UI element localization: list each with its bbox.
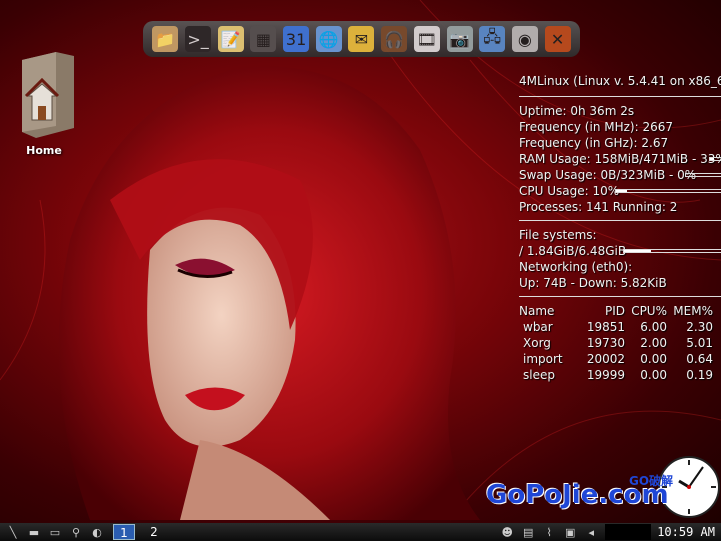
tray-blank — [605, 524, 652, 540]
networking-title: Networking (eth0): — [519, 260, 633, 274]
cpu-usage: CPU Usage: 10% — [519, 184, 620, 198]
screenshot-icon[interactable]: 📷 — [446, 26, 473, 52]
proc-name: wbar — [523, 320, 553, 334]
calculator-icon[interactable]: ▦ — [250, 26, 277, 52]
filesystems-title: File systems: — [519, 228, 597, 242]
user-icon[interactable]: ☻ — [499, 525, 515, 539]
terminal-launcher-icon[interactable]: ▭ — [47, 525, 63, 539]
proc-pid: 19730 — [586, 336, 625, 350]
process-row: sleep 19999 0.00 0.19 — [519, 367, 721, 383]
proc-mem: 2.30 — [686, 320, 713, 334]
video-player-icon[interactable]: 🎞 — [413, 26, 440, 52]
separator — [519, 220, 721, 221]
desktop-icon-home[interactable]: Home — [14, 50, 74, 158]
application-dock: 📁 >_ 📝 ▦ 31 🌐 ✉ 🎧 🎞 📷 🖧 ◉ ✕ — [143, 21, 580, 57]
proc-pid: 20002 — [586, 352, 625, 366]
web-browser-icon[interactable]: 🌐 — [315, 26, 342, 52]
swap-usage-row: Swap Usage: 0B/323MiB - 0% — [519, 167, 721, 183]
filesystem-root-row: / 1.84GiB/6.48GiB — [519, 243, 721, 259]
col-cpu: CPU% — [631, 304, 667, 318]
calendar-icon[interactable]: 31 — [283, 26, 310, 52]
taskbar: ╲ ▬ ▭ ⚲ ◐ 1 2 ☻ ▤ ⌇ ▣ ◂ 10:59 AM — [0, 523, 721, 541]
hardware-icon[interactable]: ▤ — [520, 525, 536, 539]
proc-cpu: 0.00 — [640, 368, 667, 382]
proc-cpu: 6.00 — [640, 320, 667, 334]
system-header: 4MLinux (Linux v. 5.4.41 on x86_64) — [519, 74, 721, 88]
process-row: Xorg 19730 2.00 5.01 — [519, 335, 721, 351]
cpu-usage-bar — [615, 189, 721, 193]
proc-cpu: 0.00 — [640, 352, 667, 366]
network-icon[interactable]: 🖧 — [479, 26, 506, 52]
attachment-icon[interactable]: ⌇ — [541, 525, 557, 539]
audio-player-icon[interactable]: 🎧 — [381, 26, 408, 52]
taskbar-clock[interactable]: 10:59 AM — [651, 525, 721, 539]
proc-name: import — [523, 352, 563, 366]
workspace-1[interactable]: 1 — [113, 524, 135, 540]
proc-name: sleep — [523, 368, 555, 382]
proc-pid: 19851 — [586, 320, 625, 334]
uptime: Uptime: 0h 36m 2s — [519, 104, 635, 118]
volume-icon[interactable]: ◂ — [583, 525, 599, 539]
proc-name: Xorg — [523, 336, 551, 350]
home-folder-icon — [22, 52, 74, 138]
separator — [519, 96, 721, 97]
disk-icon[interactable]: ◐ — [89, 525, 105, 539]
conky-system-monitor: 4MLinux (Linux v. 5.4.41 on x86_64) Upti… — [519, 73, 721, 383]
proc-mem: 5.01 — [686, 336, 713, 350]
processes: Processes: 141 Running: 2 — [519, 200, 678, 214]
display-icon[interactable]: ▣ — [562, 525, 578, 539]
start-menu-icon[interactable]: ╲ — [5, 525, 21, 539]
settings-icon[interactable]: ✕ — [544, 26, 571, 52]
proc-cpu: 2.00 — [640, 336, 667, 350]
col-pid: PID — [604, 304, 625, 318]
text-editor-icon[interactable]: 📝 — [217, 26, 244, 52]
ram-usage-bar — [709, 157, 721, 161]
swap-usage: Swap Usage: 0B/323MiB - 0% — [519, 168, 697, 182]
webcam-icon[interactable]: ◉ — [511, 26, 538, 52]
filesystem-root-bar — [623, 249, 721, 253]
email-icon[interactable]: ✉ — [348, 26, 375, 52]
workspace-2[interactable]: 2 — [143, 524, 165, 540]
process-table-header: Name PID CPU% MEM% — [519, 303, 721, 319]
filesystem-root: / 1.84GiB/6.48GiB — [519, 244, 627, 258]
frequency-ghz: Frequency (in GHz): 2.67 — [519, 136, 669, 150]
cpu-usage-row: CPU Usage: 10% — [519, 183, 721, 199]
process-row: wbar 19851 6.00 2.30 — [519, 319, 721, 335]
network-tray-icon[interactable]: ⚲ — [68, 525, 84, 539]
desktop-icon-label: Home — [26, 144, 62, 157]
system-tray: ☻ ▤ ⌇ ▣ ◂ 10:59 AM — [494, 523, 721, 541]
file-manager-icon[interactable]: 📁 — [152, 26, 179, 52]
show-desktop-icon[interactable]: ▬ — [26, 525, 42, 539]
proc-mem: 0.64 — [686, 352, 713, 366]
proc-mem: 0.19 — [686, 368, 713, 382]
separator — [519, 296, 721, 297]
watermark: GoPoJie.com — [486, 480, 669, 510]
frequency-mhz: Frequency (in MHz): 2667 — [519, 120, 673, 134]
ram-usage-row: RAM Usage: 158MiB/471MiB - 33% — [519, 151, 721, 167]
col-mem: MEM% — [673, 304, 713, 318]
col-name: Name — [519, 304, 555, 318]
process-row: import 20002 0.00 0.64 — [519, 351, 721, 367]
proc-pid: 19999 — [586, 368, 625, 382]
terminal-icon[interactable]: >_ — [185, 26, 212, 52]
network-updown: Up: 74B - Down: 5.82KiB — [519, 276, 667, 290]
ram-usage: RAM Usage: 158MiB/471MiB - 33% — [519, 152, 721, 166]
swap-usage-bar — [685, 173, 721, 177]
